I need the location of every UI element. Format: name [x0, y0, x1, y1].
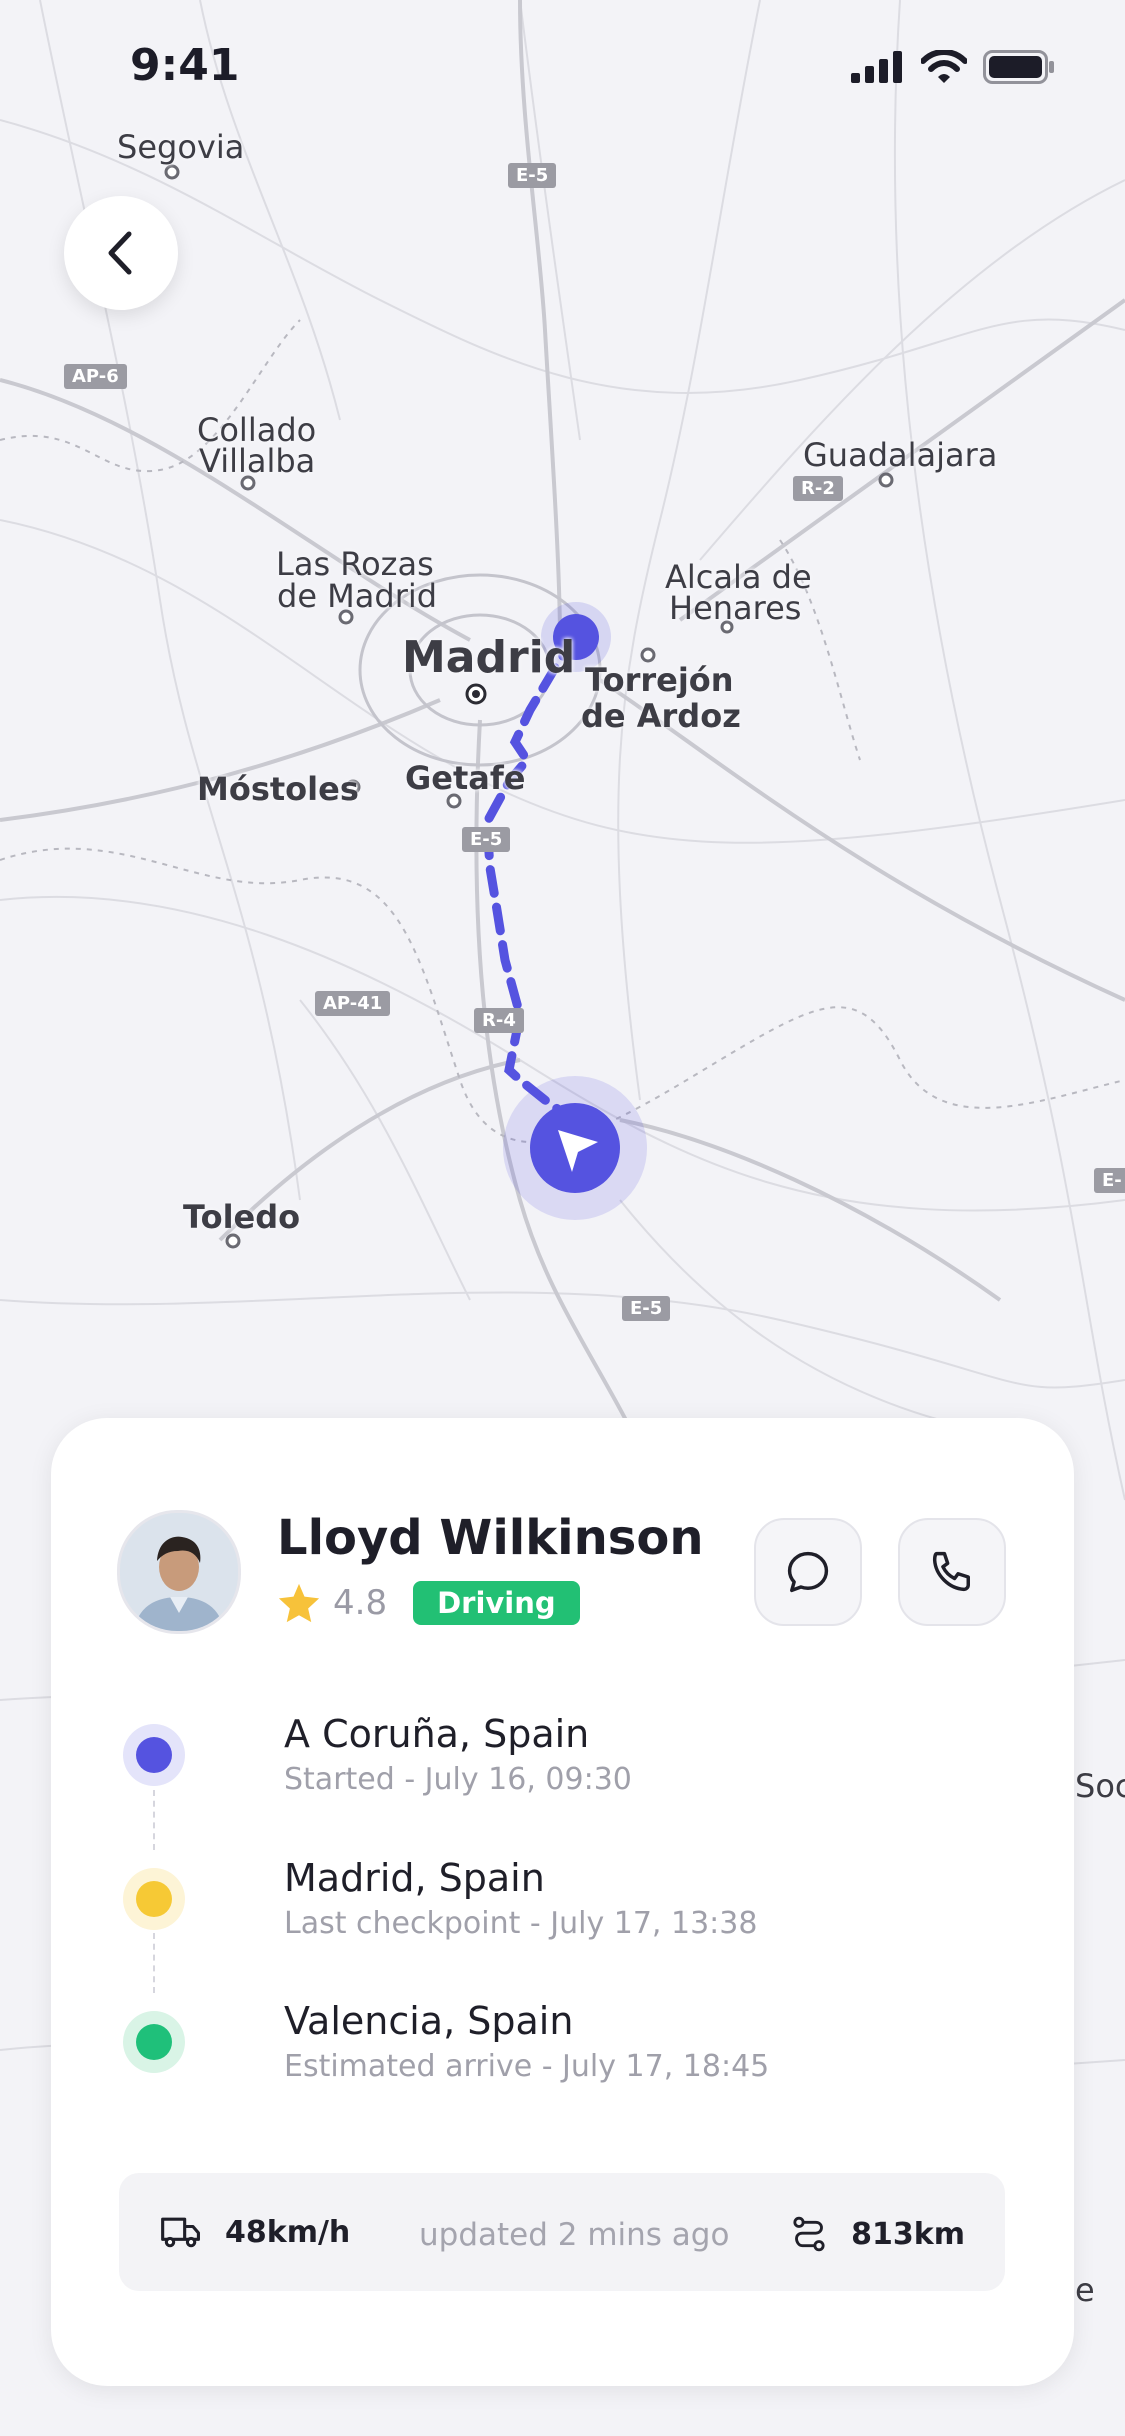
phone-icon — [932, 1551, 970, 1592]
stop-detail: Estimated arrive - July 17, 18:45 — [284, 2049, 770, 2084]
chevron-left-icon — [108, 231, 132, 275]
map-label-villalba: Villalba — [199, 442, 316, 480]
map-label-torrejon: Torrejón — [585, 661, 734, 699]
stop-dot — [136, 2024, 172, 2060]
map-label-de-ardoz: de Ardoz — [581, 697, 741, 735]
road-shield-ap6: AP-6 — [64, 364, 127, 389]
status-icons — [851, 50, 1055, 84]
speed-info: 48km/h — [159, 2213, 350, 2251]
road-shield-ap41: AP-41 — [315, 991, 391, 1016]
battery-icon — [983, 50, 1054, 84]
wifi-icon — [921, 50, 967, 83]
map-label-guadalajara: Guadalajara — [803, 436, 998, 474]
list-item[interactable]: A Coruña, Spain Started - July 16, 09:30 — [123, 1708, 923, 1804]
status-time: 9:41 — [130, 40, 240, 91]
road-shield-r4: R-4 — [474, 1008, 524, 1033]
truck-icon — [161, 2217, 200, 2248]
stop-city: Madrid, Spain — [284, 1856, 545, 1900]
map-label-toledo: Toledo — [183, 1198, 301, 1236]
road-shield-e: E- — [1094, 1168, 1125, 1193]
avatar — [117, 1510, 241, 1634]
route-icon — [793, 2216, 825, 2252]
road-shield-e5: E-5 — [462, 827, 511, 852]
back-button[interactable] — [64, 196, 178, 310]
map-label-madrid: Madrid — [402, 632, 576, 683]
map-label-soc: Soc — [1075, 1767, 1125, 1805]
stop-marker-checkpoint — [123, 1868, 185, 1930]
map-label-henares: Henares — [669, 589, 802, 627]
road-shield-r2: R-2 — [793, 476, 843, 501]
stop-dot — [136, 1737, 172, 1773]
map-label-getafe: Getafe — [405, 759, 526, 797]
map-label-de-madrid: de Madrid — [277, 577, 438, 615]
stop-city: A Coruña, Spain — [284, 1712, 590, 1756]
stop-city: Valencia, Spain — [284, 1999, 574, 2043]
signal-icon — [851, 51, 902, 83]
distance-info: 813km — [789, 2213, 965, 2255]
status-bar: 9:41 — [0, 0, 1125, 140]
stop-detail: Started - July 16, 09:30 — [284, 1762, 632, 1797]
message-button[interactable] — [754, 1518, 862, 1626]
speed-value: 48km/h — [225, 2214, 351, 2250]
call-button[interactable] — [898, 1518, 1006, 1626]
driver-name: Lloyd Wilkinson — [277, 1510, 704, 1566]
star-icon — [278, 1583, 320, 1623]
list-item[interactable]: Madrid, Spain Last checkpoint - July 17,… — [123, 1852, 923, 1948]
stop-detail: Last checkpoint - July 17, 13:38 — [284, 1906, 758, 1941]
map-label-edge-e: e — [1075, 2271, 1095, 2309]
driver-photo — [120, 1513, 238, 1631]
map-label-mostoles: Móstoles — [197, 770, 359, 808]
rating-row: 4.8 Driving — [277, 1581, 580, 1625]
distance-value: 813km — [851, 2216, 965, 2252]
trip-info-bar: 48km/h updated 2 mins ago 813km — [119, 2173, 1005, 2291]
driver-card: Lloyd Wilkinson 4.8 Driving A Coruña, Sp… — [51, 1418, 1074, 2386]
stop-dot — [136, 1881, 172, 1917]
rating-value: 4.8 — [333, 1583, 388, 1623]
stop-marker-start — [123, 1724, 185, 1786]
list-item[interactable]: Valencia, Spain Estimated arrive - July … — [123, 1995, 923, 2091]
updated-text: updated 2 mins ago — [419, 2217, 730, 2253]
road-shield-e5: E-5 — [622, 1296, 671, 1321]
stop-marker-destination — [123, 2011, 185, 2073]
chat-bubble-icon — [787, 1551, 829, 1593]
road-shield-e5: E-5 — [508, 163, 557, 188]
status-badge: Driving — [413, 1581, 580, 1625]
